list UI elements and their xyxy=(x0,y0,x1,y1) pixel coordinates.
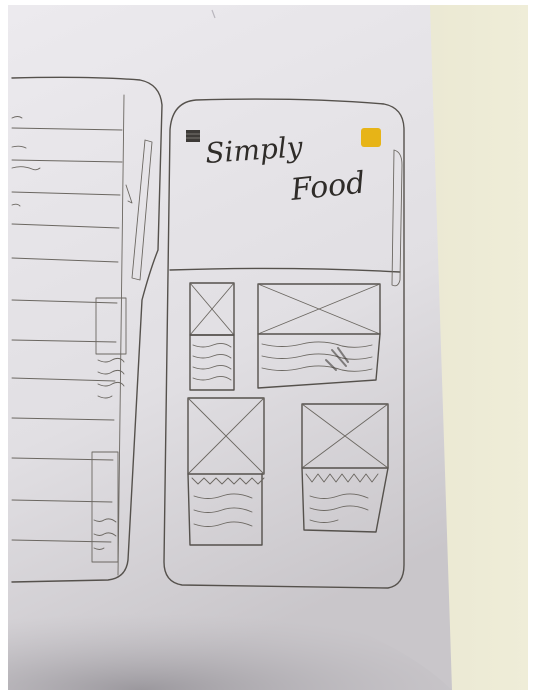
square-logo-icon xyxy=(186,130,200,142)
sketch-canvas: Simply Food xyxy=(0,0,536,695)
sketch-photo: Simply Food xyxy=(0,0,536,695)
yellow-square-icon xyxy=(361,128,381,147)
app-title-line1: Simply xyxy=(204,130,305,170)
paper-sheet xyxy=(8,5,452,690)
